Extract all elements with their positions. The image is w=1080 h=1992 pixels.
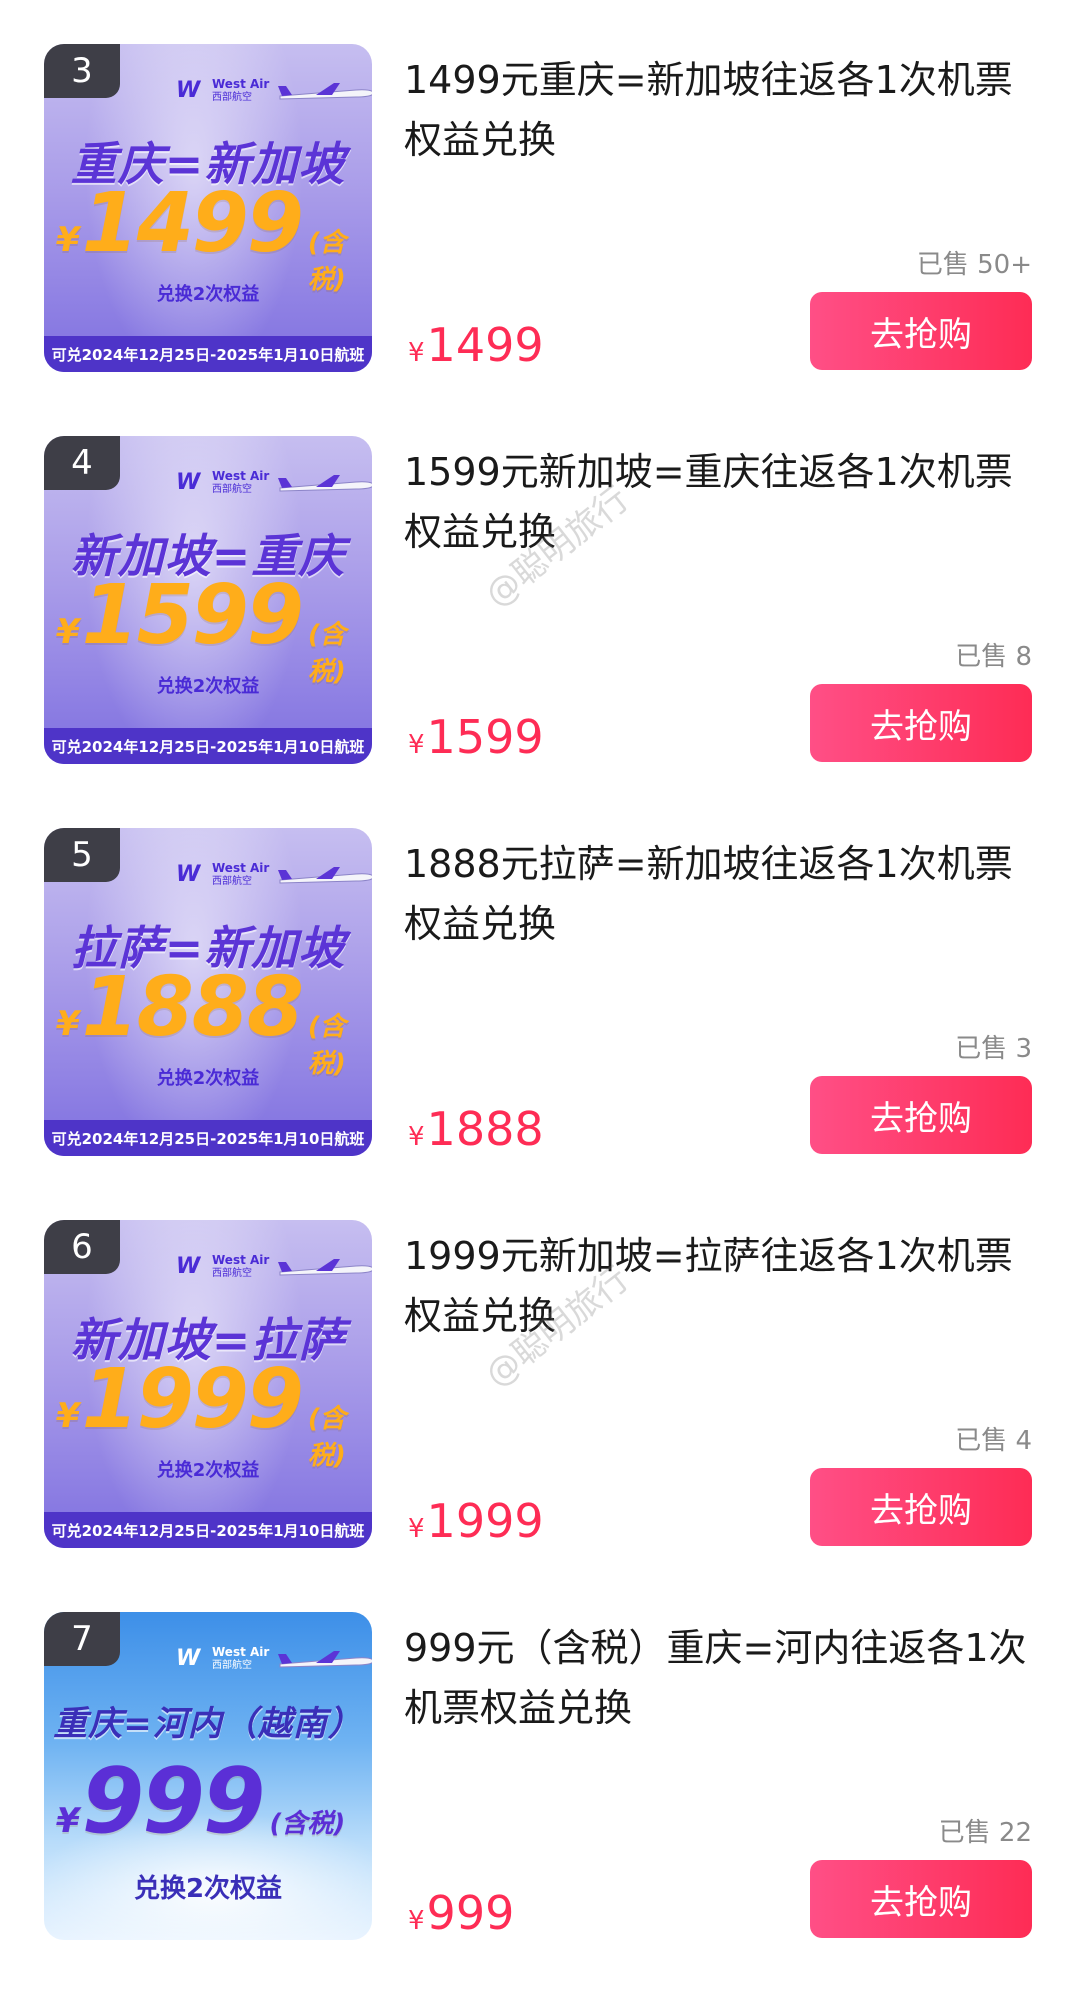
- west-air-logo-icon: W West Air 西部航空: [176, 1646, 269, 1672]
- logo-text: West Air 西部航空: [212, 470, 269, 496]
- rank-badge: 5: [44, 828, 120, 882]
- banner-price-value: 1999: [81, 1352, 304, 1447]
- product-price: ¥ 1888: [408, 1102, 544, 1156]
- price-currency: ¥: [408, 1906, 425, 1936]
- banner-currency: ¥: [56, 220, 80, 260]
- price-value: 1888: [426, 1102, 544, 1156]
- buy-button[interactable]: 去抢购: [810, 1468, 1032, 1546]
- airplane-icon: [278, 1259, 372, 1276]
- exchange-note: 兑换2次权益: [156, 1068, 260, 1089]
- brand-name-en: West Air: [212, 77, 270, 91]
- product-card[interactable]: 3 W West Air 西部航空 重庆=新加坡 ¥ 1499 (含税) 兑换2…: [0, 0, 1080, 372]
- banner-price-value: 1499: [81, 176, 304, 271]
- buy-button[interactable]: 去抢购: [810, 684, 1032, 762]
- airplane-icon: [278, 867, 372, 884]
- logo-text: West Air 西部航空: [212, 1254, 269, 1280]
- logo-mark: W: [176, 1646, 201, 1671]
- brand-name-en: West Air: [212, 469, 270, 483]
- airplane-icon: [278, 1651, 372, 1668]
- route-heading: 重庆=河内（越南）: [53, 1704, 363, 1744]
- banner-currency: ¥: [56, 1396, 80, 1436]
- product-title[interactable]: 1999元新加坡=拉萨往返各1次机票权益兑换: [404, 1226, 1034, 1346]
- product-title[interactable]: 1599元新加坡=重庆往返各1次机票权益兑换: [404, 442, 1034, 562]
- price-value: 1599: [426, 710, 544, 764]
- buy-button[interactable]: 去抢购: [810, 292, 1032, 370]
- product-card[interactable]: 5 W West Air 西部航空 拉萨=新加坡 ¥ 1888 (含税) 兑换2…: [0, 784, 1080, 1156]
- brand-name-cn: 西部航空: [212, 92, 252, 103]
- product-card[interactable]: 4 W West Air 西部航空 新加坡=重庆 ¥ 1599 (含税) 兑换2…: [0, 392, 1080, 764]
- valid-dates: 可兑2024年12月25日-2025年1月10日航班: [44, 336, 372, 372]
- rank-badge: 3: [44, 44, 120, 98]
- logo-mark: W: [176, 862, 201, 887]
- brand-name-cn: 西部航空: [212, 1660, 252, 1671]
- product-card[interactable]: 6 W West Air 西部航空 新加坡=拉萨 ¥ 1999 (含税) 兑换2…: [0, 1176, 1080, 1548]
- price-currency: ¥: [408, 338, 425, 368]
- product-card[interactable]: 7 W West Air 西部航空 重庆=河内（越南） ¥ 999 (含税) 兑…: [0, 1568, 1080, 1940]
- brand-name-en: West Air: [212, 861, 270, 875]
- airplane-icon: [278, 83, 372, 100]
- tax-note: (含税): [269, 1809, 346, 1839]
- exchange-note: 兑换2次权益: [156, 1460, 260, 1481]
- product-thumbnail[interactable]: 6 W West Air 西部航空 新加坡=拉萨 ¥ 1999 (含税) 兑换2…: [44, 1220, 372, 1548]
- product-price: ¥ 1599: [408, 710, 544, 764]
- sold-count: 已售 4: [955, 1426, 1032, 1456]
- valid-dates: 可兑2024年12月25日-2025年1月10日航班: [44, 1512, 372, 1548]
- sold-count: 已售 22: [938, 1818, 1032, 1848]
- exchange-note: 兑换2次权益: [156, 284, 260, 305]
- west-air-logo-icon: W West Air 西部航空: [176, 862, 269, 888]
- product-list: 3 W West Air 西部航空 重庆=新加坡 ¥ 1499 (含税) 兑换2…: [0, 0, 1080, 1992]
- product-price: ¥ 1999: [408, 1494, 544, 1548]
- logo-text: West Air 西部航空: [212, 862, 269, 888]
- brand-name-cn: 西部航空: [212, 1268, 252, 1279]
- banner-price-value: 1888: [81, 960, 304, 1055]
- banner-price-value: 1599: [81, 568, 304, 663]
- buy-button[interactable]: 去抢购: [810, 1076, 1032, 1154]
- banner-price: ¥ 999 (含税): [56, 1749, 372, 1854]
- price-value: 999: [426, 1886, 515, 1940]
- west-air-logo-icon: W West Air 西部航空: [176, 78, 269, 104]
- logo-mark: W: [176, 470, 201, 495]
- banner-price-value: 999: [81, 1749, 266, 1854]
- logo-mark: W: [176, 78, 201, 103]
- brand-name-en: West Air: [212, 1645, 270, 1659]
- exchange-note: 兑换2次权益: [133, 1874, 283, 1904]
- product-price: ¥ 999: [408, 1886, 514, 1940]
- product-thumbnail[interactable]: 4 W West Air 西部航空 新加坡=重庆 ¥ 1599 (含税) 兑换2…: [44, 436, 372, 764]
- exchange-note: 兑换2次权益: [156, 676, 260, 697]
- banner-currency: ¥: [56, 1801, 80, 1841]
- brand-name-cn: 西部航空: [212, 484, 252, 495]
- banner-currency: ¥: [56, 1004, 80, 1044]
- logo-mark: W: [176, 1254, 201, 1279]
- logo-text: West Air 西部航空: [212, 78, 269, 104]
- product-price: ¥ 1499: [408, 318, 544, 372]
- rank-badge: 7: [44, 1612, 120, 1666]
- product-title[interactable]: 1888元拉萨=新加坡往返各1次机票权益兑换: [404, 834, 1034, 954]
- west-air-logo-icon: W West Air 西部航空: [176, 1254, 269, 1280]
- valid-dates: 可兑2024年12月25日-2025年1月10日航班: [44, 1120, 372, 1156]
- west-air-logo-icon: W West Air 西部航空: [176, 470, 269, 496]
- price-currency: ¥: [408, 1514, 425, 1544]
- brand-name-en: West Air: [212, 1253, 270, 1267]
- logo-text: West Air 西部航空: [212, 1646, 269, 1672]
- brand-name-cn: 西部航空: [212, 876, 252, 887]
- price-value: 1499: [426, 318, 544, 372]
- sold-count: 已售 3: [955, 1034, 1032, 1064]
- rank-badge: 4: [44, 436, 120, 490]
- rank-badge: 6: [44, 1220, 120, 1274]
- price-value: 1999: [426, 1494, 544, 1548]
- product-thumbnail[interactable]: 3 W West Air 西部航空 重庆=新加坡 ¥ 1499 (含税) 兑换2…: [44, 44, 372, 372]
- valid-dates: 可兑2024年12月25日-2025年1月10日航班: [44, 728, 372, 764]
- price-currency: ¥: [408, 730, 425, 760]
- buy-button[interactable]: 去抢购: [810, 1860, 1032, 1938]
- airplane-icon: [278, 475, 372, 492]
- product-title[interactable]: 1499元重庆=新加坡往返各1次机票权益兑换: [404, 50, 1034, 170]
- product-thumbnail[interactable]: 5 W West Air 西部航空 拉萨=新加坡 ¥ 1888 (含税) 兑换2…: [44, 828, 372, 1156]
- banner-currency: ¥: [56, 612, 80, 652]
- price-currency: ¥: [408, 1122, 425, 1152]
- product-title[interactable]: 999元（含税）重庆=河内往返各1次机票权益兑换: [404, 1618, 1034, 1738]
- sold-count: 已售 50+: [916, 250, 1032, 280]
- sold-count: 已售 8: [955, 642, 1032, 672]
- product-thumbnail[interactable]: 7 W West Air 西部航空 重庆=河内（越南） ¥ 999 (含税) 兑…: [44, 1612, 372, 1940]
